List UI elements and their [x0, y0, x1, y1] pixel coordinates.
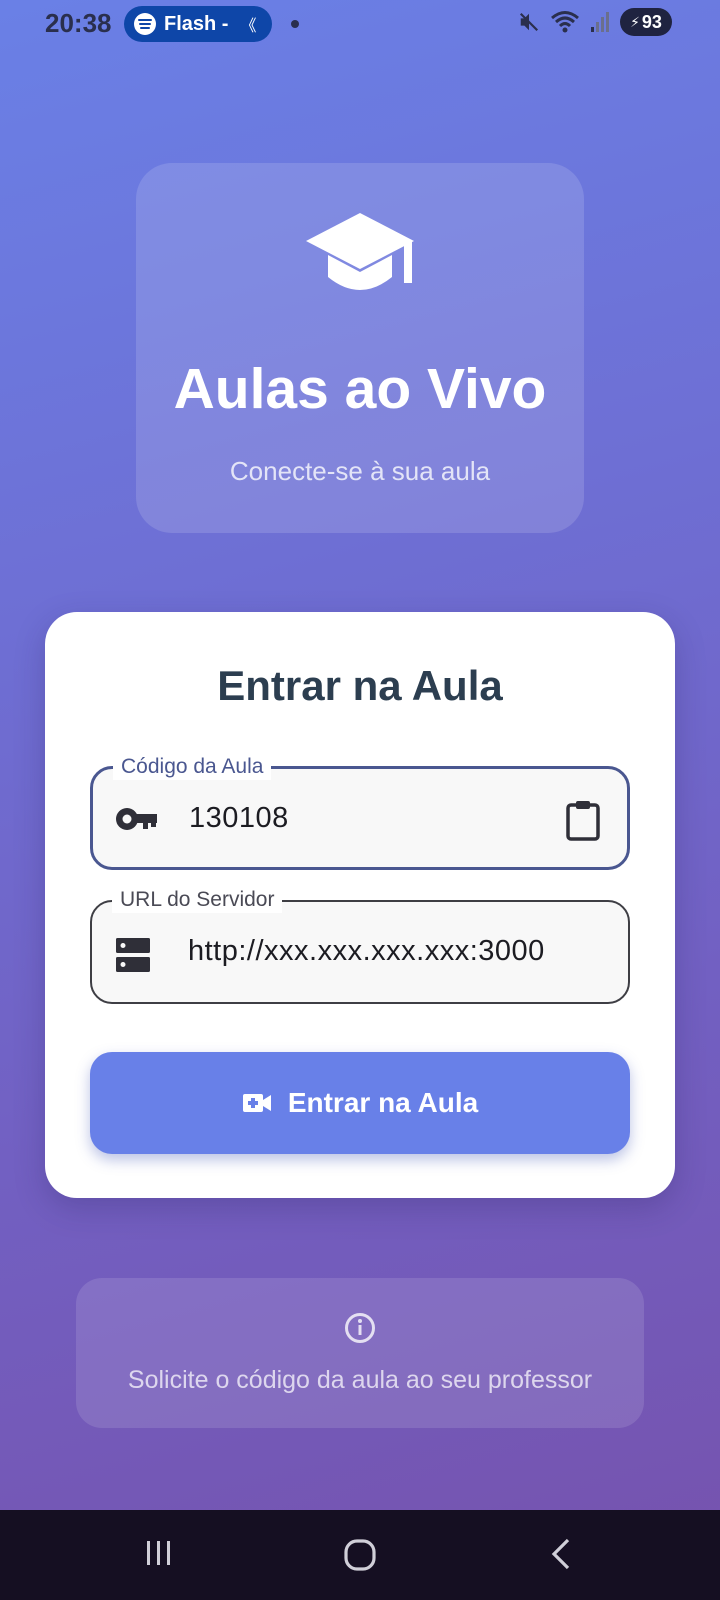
battery-charging-icon: ⚡ — [630, 13, 640, 30]
info-text: Solicite o código da aula ao seu profess… — [127, 1366, 593, 1394]
join-class-button-label: Entrar na Aula — [287, 1087, 479, 1118]
server-url-field[interactable]: URL do Servidor — [90, 887, 630, 1004]
system-nav-bar — [0, 1510, 720, 1600]
server-url-label: URL do Servidor — [112, 887, 283, 913]
spotify-icon — [134, 13, 156, 35]
notification-dot — [291, 20, 299, 28]
class-code-field[interactable]: Código da Aula — [90, 754, 630, 870]
mute-icon — [519, 12, 539, 32]
media-playback-pill[interactable]: Flash - 《 — [124, 6, 272, 42]
server-url-input[interactable] — [188, 935, 608, 968]
status-bar: 20:38 Flash - 《 ⚡ 93 — [0, 0, 720, 48]
status-icons: ⚡ 93 — [518, 8, 672, 36]
signal-icon — [591, 12, 609, 32]
join-class-button[interactable]: Entrar na Aula — [90, 1052, 630, 1154]
clipboard-icon[interactable] — [565, 799, 601, 841]
recents-icon[interactable] — [144, 1538, 174, 1568]
back-icon[interactable] — [548, 1538, 574, 1570]
class-code-label: Código da Aula — [113, 754, 272, 780]
app-title: Aulas ao Vivo — [173, 357, 547, 421]
battery-level: 93 — [641, 11, 662, 32]
battery-indicator: ⚡ 93 — [620, 8, 672, 36]
home-icon[interactable] — [343, 1538, 377, 1572]
login-card: Entrar na Aula Código da Aula URL do Ser… — [45, 612, 675, 1198]
server-icon — [116, 938, 150, 972]
login-title: Entrar na Aula — [217, 662, 503, 709]
key-icon — [116, 808, 157, 830]
video-call-icon — [242, 1094, 271, 1112]
info-icon — [345, 1313, 375, 1343]
chevron-left-icon: 《 — [240, 18, 257, 35]
class-code-input[interactable] — [189, 802, 549, 835]
wifi-icon — [551, 11, 579, 33]
media-title: Flash - — [164, 12, 229, 35]
graduation-cap-icon — [306, 213, 414, 290]
hero-card: Aulas ao Vivo Conecte-se à sua aula — [136, 163, 584, 533]
app-subtitle: Conecte-se à sua aula — [229, 456, 491, 486]
status-time: 20:38 — [45, 8, 112, 38]
info-card: Solicite o código da aula ao seu profess… — [76, 1278, 644, 1428]
